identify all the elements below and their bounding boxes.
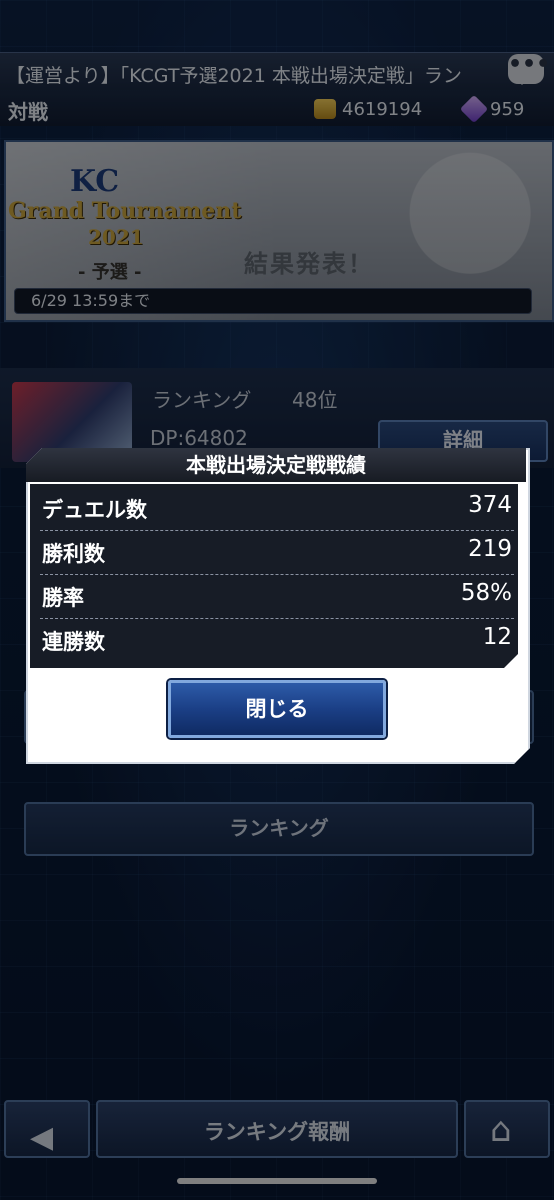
close-button[interactable]: 閉じる: [168, 680, 386, 738]
stat-row: 連勝数 12: [40, 618, 514, 662]
stat-value: 58%: [460, 580, 512, 606]
stat-label: 連勝数: [42, 630, 105, 654]
stat-label: 勝利数: [42, 542, 105, 566]
stat-label: 勝率: [42, 586, 84, 610]
stat-label: デュエル数: [42, 498, 147, 522]
stat-row: 勝利数 219: [40, 530, 514, 575]
stat-value: 219: [468, 536, 512, 562]
dialog-title: 本戦出場決定戦戦績: [26, 448, 526, 482]
stat-row: デュエル数 374: [40, 486, 514, 531]
stat-value: 12: [482, 624, 512, 650]
stat-row: 勝率 58%: [40, 574, 514, 619]
stat-value: 374: [468, 492, 512, 518]
